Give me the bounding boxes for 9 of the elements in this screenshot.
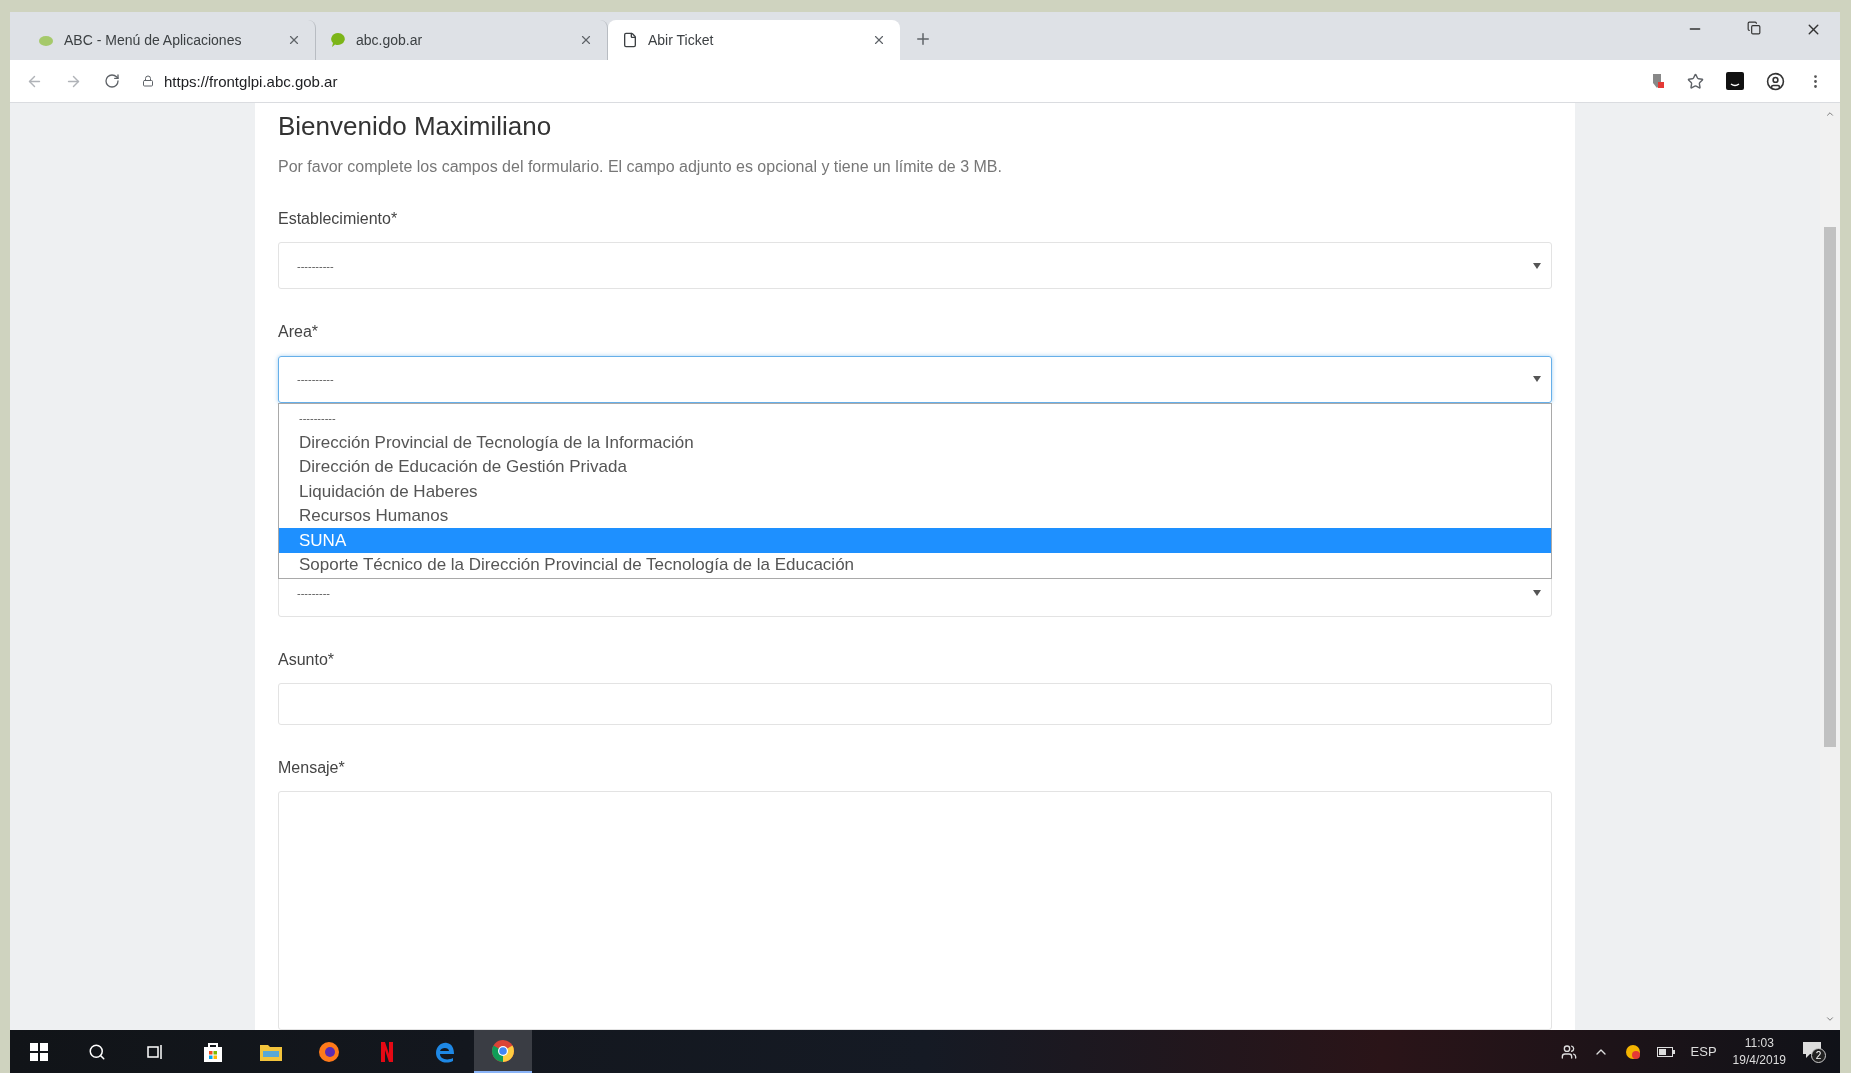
field-label: Mensaje* [278,758,346,778]
field-label: Establecimiento* [278,210,399,229]
tab-title: Abir Ticket [648,32,715,48]
field-label: Asunto* [278,650,336,670]
instructions-text: Por favor complete los campos del formulario. El campo adjunto es opcional y tiene un límite de 3 MB. [278,158,1003,176]
field-label: Area* [278,323,320,342]
tab-title: ABC - Menú de Aplicaciones [64,32,243,48]
welcome-heading: Bienvenido Maximiliano [278,110,553,142]
tab-title: abc.gob.ar [356,32,424,48]
